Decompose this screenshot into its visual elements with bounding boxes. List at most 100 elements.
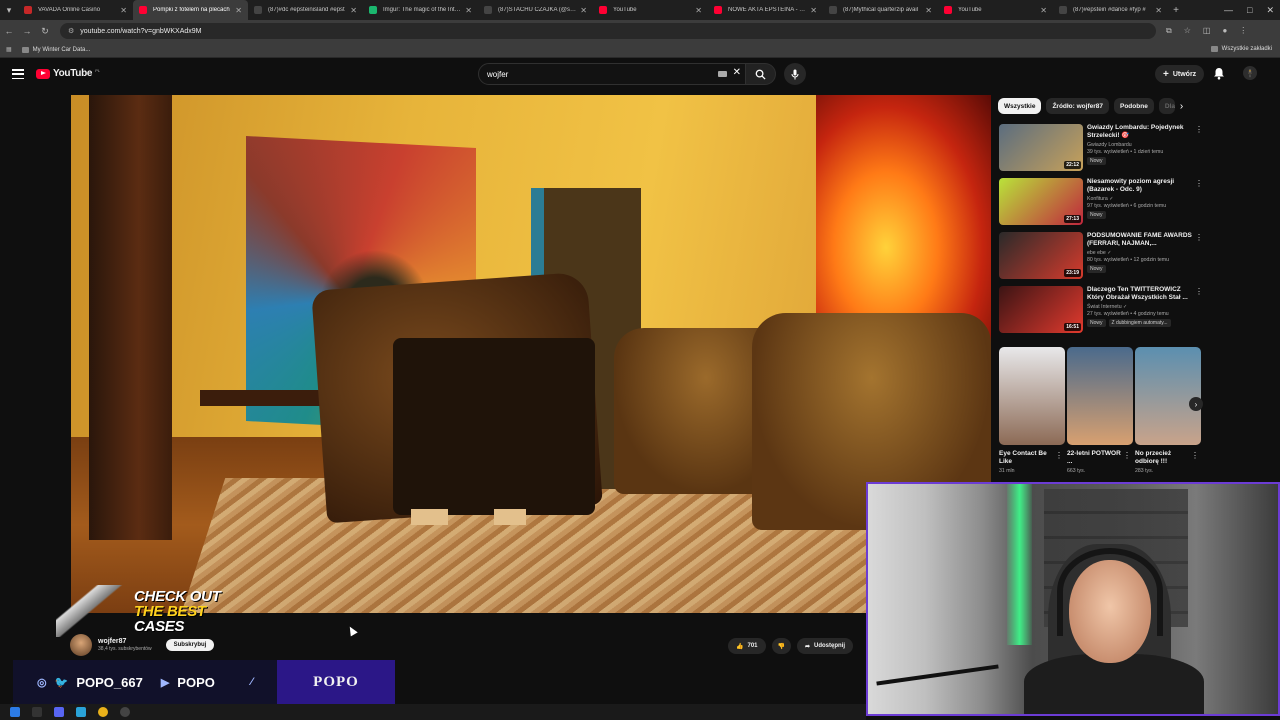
short-thumbnail[interactable] (999, 347, 1065, 445)
profile-icon[interactable]: ● (1222, 26, 1227, 36)
video-channel[interactable]: Świat Internetu ✓ (1087, 304, 1193, 310)
short-item[interactable]: 22-letni POTWÓR ... 663 tys. ⋮ (1067, 347, 1133, 474)
notifications-bell-icon[interactable] (1213, 67, 1225, 85)
maximize-icon[interactable]: □ (1247, 5, 1252, 15)
video-thumbnail[interactable]: 22:12 (999, 124, 1083, 171)
browser-menu-icon[interactable]: ⋮ (1239, 26, 1247, 36)
browser-tab[interactable]: Pompki z fotelem na plecach ✕ (133, 0, 248, 20)
url-field[interactable]: ⚙ youtube.com/watch?v=gnbWKXAdx9M (60, 23, 1156, 39)
video-title[interactable]: Gwiazdy Lombardu: Pojedynek Strzelecki! … (1087, 124, 1193, 140)
keyboard-icon[interactable] (718, 71, 727, 77)
menu-icon[interactable] (12, 69, 24, 79)
filter-chip[interactable]: Podobne (1114, 98, 1154, 114)
filter-chip[interactable]: Dla (1158, 98, 1175, 114)
video-title[interactable]: Niesamowity poziom agresji (Bazarek - Od… (1087, 178, 1193, 194)
share-button[interactable]: ➦ Udostępnij (796, 638, 854, 654)
video-channel[interactable]: Gwiazdy Lombardu (1087, 142, 1193, 148)
video-badges: Nowy (1087, 157, 1193, 165)
more-options-icon[interactable]: ⋮ (1055, 451, 1063, 460)
more-options-icon[interactable]: ⋮ (1195, 125, 1203, 134)
browser-tab[interactable]: Imgur: The magic of the Intern ✕ (363, 0, 478, 20)
telegram-icon[interactable] (76, 707, 86, 717)
taskbar-app-icon[interactable] (32, 707, 42, 717)
video-thumbnail[interactable]: 27:13 (999, 178, 1083, 225)
close-tab-icon[interactable]: ✕ (120, 6, 127, 15)
browser-tab[interactable]: YouTube ✕ (593, 0, 708, 20)
browser-tab[interactable]: (87)#dc #epsteinisland #epst ✕ (248, 0, 363, 20)
browser-tab[interactable]: VAVADA Online Casino ✕ (18, 0, 133, 20)
forward-icon[interactable]: → (18, 26, 36, 36)
windows-start-icon[interactable] (10, 707, 20, 717)
short-title[interactable]: 22-letni POTWÓR ... (1067, 450, 1123, 466)
recommended-video[interactable]: 23:19 PODSUMOWANIE FAME AWARDS (FERRARI, … (999, 231, 1204, 285)
recommended-video[interactable]: 27:13 Niesamowity poziom agresji (Bazarek… (999, 177, 1204, 231)
voice-search-button[interactable] (784, 63, 806, 85)
more-options-icon[interactable]: ⋮ (1191, 451, 1199, 460)
browser-tab[interactable]: (87)Mythical quarterzip avail ✕ (823, 0, 938, 20)
more-options-icon[interactable]: ⋮ (1123, 451, 1131, 460)
bookmark-star-icon[interactable]: ☆ (1184, 26, 1191, 36)
video-thumbnail[interactable]: 16:51 (999, 286, 1083, 333)
more-options-icon[interactable]: ⋮ (1195, 233, 1203, 242)
create-button[interactable]: + Utwórz (1155, 65, 1205, 83)
filter-chip[interactable]: Źródło: wojfer87 (1046, 98, 1109, 114)
video-channel[interactable]: ebe ebe ✓ (1087, 250, 1193, 256)
subscribe-button[interactable]: Subskrybuj (165, 639, 215, 651)
all-bookmarks[interactable]: Wszystkie zakładki (1210, 46, 1272, 52)
browser-tab[interactable]: YouTube ✕ (938, 0, 1053, 20)
recommended-video[interactable]: 22:12 Gwiazdy Lombardu: Pojedynek Strzele… (999, 123, 1204, 177)
filter-chip[interactable]: Wszystkie (998, 98, 1042, 114)
close-tab-icon[interactable]: ✕ (695, 6, 702, 15)
apps-icon[interactable]: ▦ (6, 46, 12, 53)
video-channel[interactable]: Konfitura ✓ (1087, 196, 1193, 202)
new-tab-button[interactable]: + (1168, 5, 1184, 16)
close-tab-icon[interactable]: ✕ (925, 6, 932, 15)
short-title[interactable]: Eye Contact Be Like (999, 450, 1055, 466)
channel-name[interactable]: wojfer87 (98, 638, 152, 645)
close-tab-icon[interactable]: ✕ (1155, 6, 1162, 15)
search-button[interactable] (746, 63, 776, 85)
short-item[interactable]: Eye Contact Be Like 31 mln ⋮ (999, 347, 1065, 474)
short-thumbnail[interactable] (1135, 347, 1201, 445)
like-button[interactable]: 👍 701 (728, 638, 766, 654)
bookmark-item[interactable]: My Winter Car Data... (21, 46, 90, 53)
dislike-button[interactable]: 👎 (771, 638, 791, 654)
shorts-next-icon[interactable]: › (1189, 397, 1203, 411)
search-input[interactable]: wojfer ✕ (478, 63, 746, 85)
video-thumbnail[interactable]: 23:19 (999, 232, 1083, 279)
more-options-icon[interactable]: ⋮ (1195, 179, 1203, 188)
close-window-icon[interactable]: ✕ (1266, 5, 1274, 16)
obs-icon[interactable] (120, 707, 130, 717)
discord-icon[interactable] (54, 707, 64, 717)
back-icon[interactable]: ← (0, 26, 18, 36)
close-tab-icon[interactable]: ✕ (580, 6, 587, 15)
short-thumbnail[interactable] (1067, 347, 1133, 445)
extensions-icon[interactable]: ◫ (1203, 26, 1211, 36)
browser-tab[interactable]: (87)STACHU CZAJKA (@stach ✕ (478, 0, 593, 20)
close-tab-icon[interactable]: ✕ (465, 6, 472, 15)
video-title[interactable]: Dlaczego Ten TWITTEROWICZ Który Obrażał … (1087, 286, 1193, 302)
browser-tab[interactable]: NOWE AKTA EPSTEINA - TRU ✕ (708, 0, 823, 20)
chrome-icon[interactable] (98, 707, 108, 717)
chips-next-icon[interactable]: › (1180, 101, 1183, 112)
tab-search-icon[interactable]: ▾ (0, 0, 18, 20)
youtube-logo[interactable]: YouTube PL (36, 68, 100, 79)
close-tab-icon[interactable]: ✕ (350, 6, 357, 15)
recommended-video[interactable]: 16:51 Dlaczego Ten TWITTEROWICZ Który Obr… (999, 285, 1204, 339)
video-player[interactable] (71, 95, 991, 613)
close-tab-icon[interactable]: ✕ (235, 6, 242, 15)
close-tab-icon[interactable]: ✕ (810, 6, 817, 15)
site-info-icon[interactable]: ⚙ (68, 27, 74, 35)
minimize-icon[interactable]: — (1224, 5, 1233, 15)
clear-search-icon[interactable]: ✕ (733, 67, 741, 78)
reload-icon[interactable]: ↻ (36, 26, 54, 37)
short-title[interactable]: No przecież odbiorę !!! (1135, 450, 1191, 466)
video-title[interactable]: PODSUMOWANIE FAME AWARDS (FERRARI, NAJMA… (1087, 232, 1193, 248)
account-avatar[interactable]: 🕴 (1243, 66, 1257, 80)
install-app-icon[interactable]: ⧉ (1166, 26, 1172, 36)
more-options-icon[interactable]: ⋮ (1195, 287, 1203, 296)
short-item[interactable]: No przecież odbiorę !!! 283 tys. ⋮ (1135, 347, 1201, 474)
close-tab-icon[interactable]: ✕ (1040, 6, 1047, 15)
channel-avatar[interactable] (70, 634, 92, 656)
browser-tab[interactable]: (87)#epstein #dance #fyp # ✕ (1053, 0, 1168, 20)
